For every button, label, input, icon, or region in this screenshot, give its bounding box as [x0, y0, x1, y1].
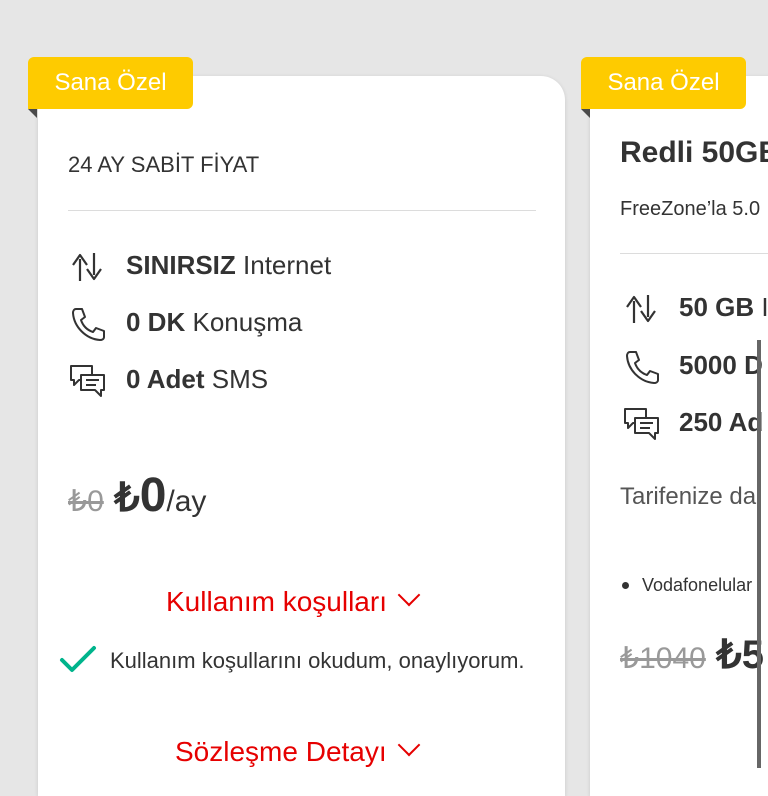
- feature-internet-label: In: [761, 292, 768, 322]
- sms-icon: [624, 408, 659, 440]
- tariff-title: Redli 50GB: [620, 136, 768, 169]
- contract-detail-link[interactable]: Sözleşme Detayı: [175, 733, 420, 768]
- price-currency: ₺: [114, 476, 140, 520]
- price-block: ₺1040 ₺5: [620, 632, 764, 678]
- tariff-card-1: [38, 76, 565, 796]
- old-price: ₺0: [68, 485, 104, 518]
- data-transfer-icon: [72, 253, 102, 281]
- feature-internet-value: SINIRSIZ: [126, 250, 236, 280]
- consent-label[interactable]: Kullanım koşullarını okudum, onaylıyorum…: [110, 648, 525, 674]
- chevron-down-icon: [397, 733, 420, 757]
- feature-minutes-value: 0 DK: [126, 307, 186, 337]
- feature-sms-value: 0 Adet: [126, 364, 205, 394]
- special-offer-badge: Sana Özel: [28, 57, 193, 109]
- price-value: 0: [139, 469, 167, 522]
- scrollbar[interactable]: [757, 340, 761, 768]
- checkmark-icon[interactable]: [58, 644, 98, 676]
- feature-sms-label: SMS: [204, 364, 269, 394]
- terms-link[interactable]: Kullanım koşulları: [166, 583, 421, 618]
- special-offer-badge: Sana Özel: [581, 57, 746, 109]
- feature-internet-label: Internet: [235, 250, 332, 280]
- phone-icon: [72, 308, 105, 341]
- feature-internet-value: 50 GB: [679, 292, 755, 322]
- badge-fold: [581, 109, 590, 118]
- feature-minutes-value: 5000 D: [679, 350, 763, 380]
- feature-sms-value: 250 Ad: [679, 407, 764, 437]
- tariff-subtitle: FreeZone’la 5.0: [620, 198, 761, 220]
- data-transfer-icon: [626, 295, 656, 323]
- bullet-text: Vodafonelular: [642, 575, 753, 595]
- price-period: /ay: [166, 485, 207, 518]
- fixed-price-label: 24 AY SABİT FİYAT: [68, 152, 260, 177]
- divider: [620, 253, 768, 254]
- bullet-dot: [622, 582, 629, 589]
- chevron-down-icon: [397, 583, 421, 607]
- feature-internet: SINIRSIZ Internet: [126, 250, 331, 281]
- terms-link-label: Kullanım koşulları: [166, 586, 387, 617]
- feature-internet: 50 GB In: [679, 292, 768, 323]
- phone-icon: [626, 351, 659, 384]
- price-block: ₺0 ₺0/ay: [68, 468, 206, 523]
- feature-sms: 250 Ad: [679, 407, 763, 438]
- feature-minutes: 0 DK Konuşma: [126, 307, 302, 338]
- badge-fold: [28, 109, 37, 118]
- feature-minutes-label: Konuşma: [185, 307, 303, 337]
- old-price: ₺1040: [620, 642, 706, 675]
- divider: [68, 210, 536, 211]
- sms-icon: [70, 365, 105, 397]
- feature-sms: 0 Adet SMS: [126, 364, 268, 395]
- tariff-description: Tarifenize da: [620, 483, 757, 510]
- contract-detail-label: Sözleşme Detayı: [175, 736, 387, 767]
- feature-minutes: 5000 D: [679, 350, 763, 381]
